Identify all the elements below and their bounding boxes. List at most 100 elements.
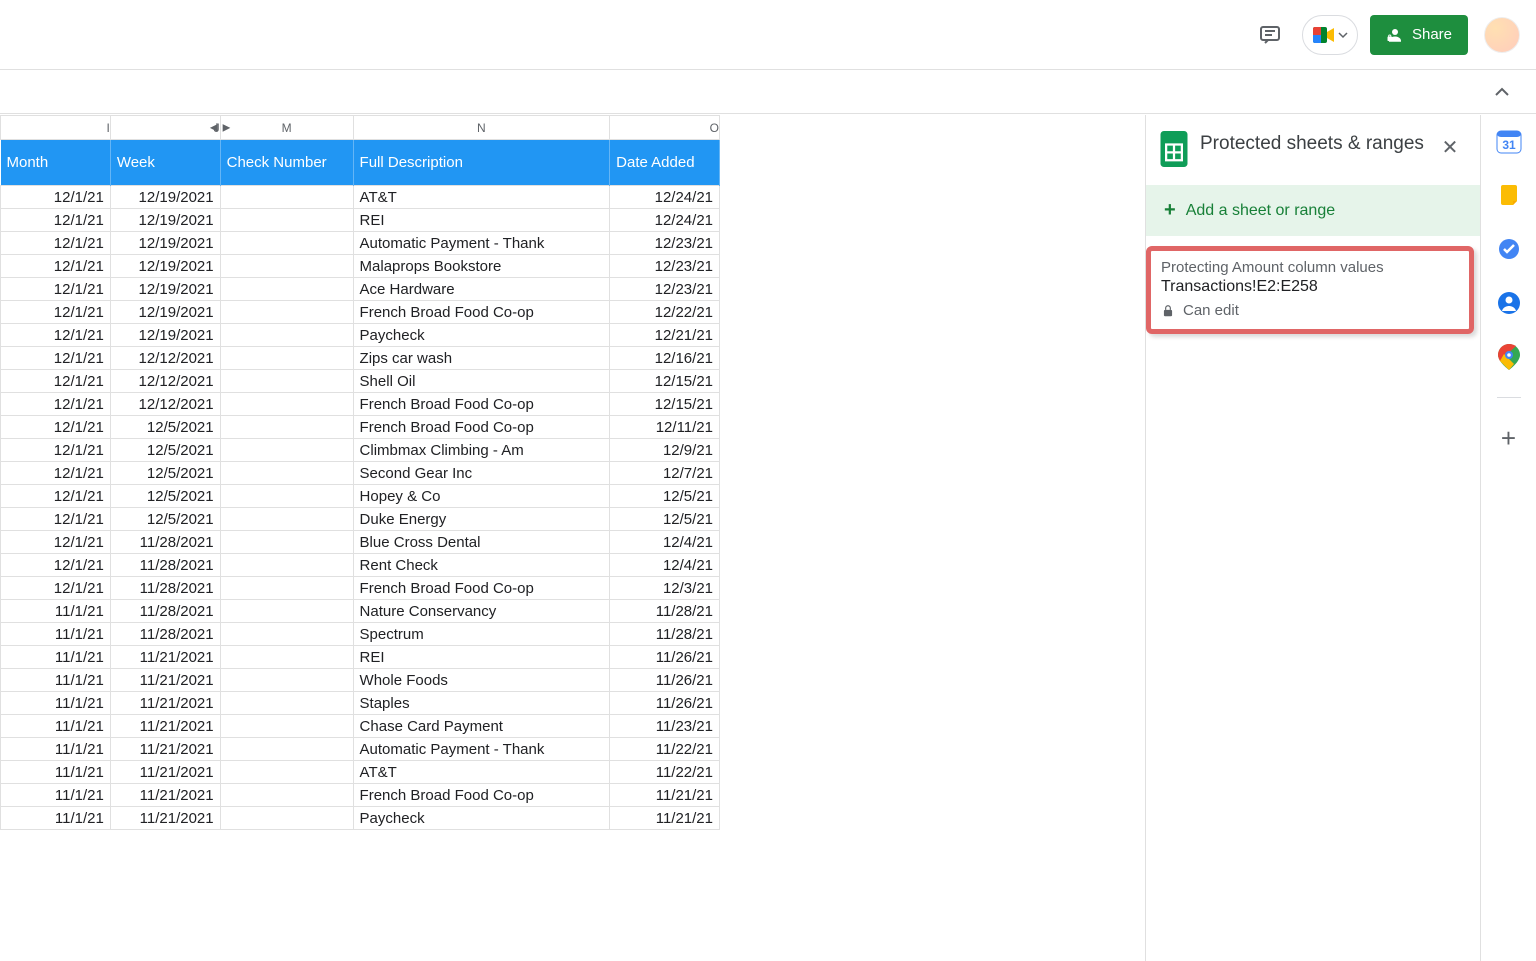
cell[interactable]: Zips car wash xyxy=(353,347,610,370)
col-letter-M[interactable]: ▶ M xyxy=(220,116,353,140)
col-letter-I[interactable]: I xyxy=(1,116,111,140)
cell[interactable] xyxy=(220,439,353,462)
cell[interactable]: 12/19/2021 xyxy=(110,278,220,301)
cell[interactable]: 12/3/21 xyxy=(610,577,720,600)
table-row[interactable]: 11/1/2111/21/2021Paycheck11/21/21 xyxy=(1,807,720,830)
cell[interactable] xyxy=(220,761,353,784)
cell[interactable]: 11/1/21 xyxy=(1,623,111,646)
cell[interactable]: 12/19/2021 xyxy=(110,186,220,209)
table-row[interactable]: 12/1/2112/19/2021French Broad Food Co-op… xyxy=(1,301,720,324)
header-date-added[interactable]: Date Added xyxy=(610,140,720,186)
cell[interactable]: 12/1/21 xyxy=(1,416,111,439)
table-row[interactable]: 12/1/2112/19/2021 Paycheck12/21/21 xyxy=(1,324,720,347)
cell[interactable]: 12/19/2021 xyxy=(110,255,220,278)
cell[interactable]: 12/1/21 xyxy=(1,554,111,577)
cell[interactable]: Ace Hardware xyxy=(353,278,610,301)
cell[interactable]: Shell Oil xyxy=(353,370,610,393)
cell[interactable]: 12/24/21 xyxy=(610,186,720,209)
cell[interactable]: Staples xyxy=(353,692,610,715)
table-row[interactable]: 11/1/2111/28/2021Spectrum11/28/21 xyxy=(1,623,720,646)
cell[interactable]: 12/23/21 xyxy=(610,278,720,301)
meet-button[interactable] xyxy=(1302,15,1358,55)
table-row[interactable]: 12/1/2112/12/2021French Broad Food Co-op… xyxy=(1,393,720,416)
cell[interactable]: 12/5/21 xyxy=(610,508,720,531)
keep-icon[interactable] xyxy=(1495,181,1523,209)
cell[interactable]: French Broad Food Co-op xyxy=(353,301,610,324)
cell[interactable] xyxy=(220,715,353,738)
table-row[interactable]: 11/1/2111/21/2021Chase Card Payment11/23… xyxy=(1,715,720,738)
cell[interactable]: 12/1/21 xyxy=(1,209,111,232)
cell[interactable]: 12/5/2021 xyxy=(110,439,220,462)
add-on-plus-icon[interactable]: + xyxy=(1495,424,1523,452)
spreadsheet-grid[interactable]: I J ◀ ▶ M N O Month Week Check Number xyxy=(0,115,1145,961)
cell[interactable] xyxy=(220,232,353,255)
cell[interactable]: 12/1/21 xyxy=(1,347,111,370)
col-letter-N[interactable]: N xyxy=(353,116,610,140)
table-row[interactable]: 12/1/2112/19/2021AT&T12/24/21 xyxy=(1,186,720,209)
cell[interactable]: 11/22/21 xyxy=(610,738,720,761)
cell[interactable]: 12/1/21 xyxy=(1,485,111,508)
cell[interactable]: 12/19/2021 xyxy=(110,232,220,255)
cell[interactable]: 11/22/21 xyxy=(610,761,720,784)
cell[interactable]: 11/1/21 xyxy=(1,669,111,692)
cell[interactable]: 12/19/2021 xyxy=(110,324,220,347)
table-row[interactable]: 12/1/2111/28/2021Rent Check12/4/21 xyxy=(1,554,720,577)
cell[interactable]: 11/21/2021 xyxy=(110,761,220,784)
cell[interactable]: 11/21/2021 xyxy=(110,646,220,669)
add-sheet-or-range-button[interactable]: + Add a sheet or range xyxy=(1146,185,1480,236)
cell[interactable]: 11/26/21 xyxy=(610,669,720,692)
cell[interactable]: 12/12/2021 xyxy=(110,347,220,370)
cell[interactable]: 12/1/21 xyxy=(1,393,111,416)
cell[interactable] xyxy=(220,807,353,830)
cell[interactable]: 12/5/21 xyxy=(610,485,720,508)
table-row[interactable]: 11/1/2111/28/2021Nature Conservancy11/28… xyxy=(1,600,720,623)
col-letter-J[interactable]: J ◀ xyxy=(110,116,220,140)
cell[interactable]: 12/15/21 xyxy=(610,370,720,393)
cell[interactable]: Climbmax Climbing - Am xyxy=(353,439,610,462)
table-row[interactable]: 11/1/2111/21/2021French Broad Food Co-op… xyxy=(1,784,720,807)
table-row[interactable]: 12/1/2112/5/2021Duke Energy12/5/21 xyxy=(1,508,720,531)
table-row[interactable]: 12/1/2112/12/2021Zips car wash12/16/21 xyxy=(1,347,720,370)
cell[interactable]: 11/28/2021 xyxy=(110,554,220,577)
table-row[interactable]: 12/1/2112/19/2021 Ace Hardware12/23/21 xyxy=(1,278,720,301)
cell[interactable]: Chase Card Payment xyxy=(353,715,610,738)
table-row[interactable]: 12/1/2112/19/2021Automatic Payment - Tha… xyxy=(1,232,720,255)
cell[interactable]: 12/1/21 xyxy=(1,232,111,255)
protected-range-item[interactable]: Protecting Amount column values Transact… xyxy=(1146,246,1474,334)
maps-icon[interactable] xyxy=(1495,343,1523,371)
cell[interactable]: 12/7/21 xyxy=(610,462,720,485)
cell[interactable]: 11/21/21 xyxy=(610,807,720,830)
cell[interactable]: 11/28/21 xyxy=(610,623,720,646)
hidden-cols-left-icon[interactable]: ◀ xyxy=(210,122,218,133)
cell[interactable]: 12/1/21 xyxy=(1,324,111,347)
cell[interactable] xyxy=(220,278,353,301)
cell[interactable]: 12/1/21 xyxy=(1,278,111,301)
header-month[interactable]: Month xyxy=(1,140,111,186)
cell[interactable] xyxy=(220,393,353,416)
cell[interactable]: 11/1/21 xyxy=(1,692,111,715)
cell[interactable]: 11/21/2021 xyxy=(110,784,220,807)
cell[interactable]: 11/28/2021 xyxy=(110,623,220,646)
cell[interactable] xyxy=(220,600,353,623)
cell[interactable]: French Broad Food Co-op xyxy=(353,577,610,600)
cell[interactable]: 11/28/21 xyxy=(610,600,720,623)
cell[interactable]: 12/5/2021 xyxy=(110,462,220,485)
cell[interactable]: 12/21/21 xyxy=(610,324,720,347)
cell[interactable]: 11/21/21 xyxy=(610,784,720,807)
cell[interactable] xyxy=(220,485,353,508)
avatar[interactable] xyxy=(1484,17,1520,53)
header-full-description[interactable]: Full Description xyxy=(353,140,610,186)
cell[interactable]: Malaprops Bookstore xyxy=(353,255,610,278)
cell[interactable]: 12/24/21 xyxy=(610,209,720,232)
cell[interactable] xyxy=(220,324,353,347)
cell[interactable]: 11/1/21 xyxy=(1,715,111,738)
cell[interactable]: 11/28/2021 xyxy=(110,600,220,623)
cell[interactable]: 11/23/21 xyxy=(610,715,720,738)
cell[interactable] xyxy=(220,738,353,761)
comments-icon[interactable] xyxy=(1250,15,1290,55)
cell[interactable]: Rent Check xyxy=(353,554,610,577)
cell[interactable]: 11/1/21 xyxy=(1,600,111,623)
hidden-cols-right-icon[interactable]: ▶ xyxy=(223,122,231,133)
cell[interactable] xyxy=(220,531,353,554)
cell[interactable]: Paycheck xyxy=(353,324,610,347)
